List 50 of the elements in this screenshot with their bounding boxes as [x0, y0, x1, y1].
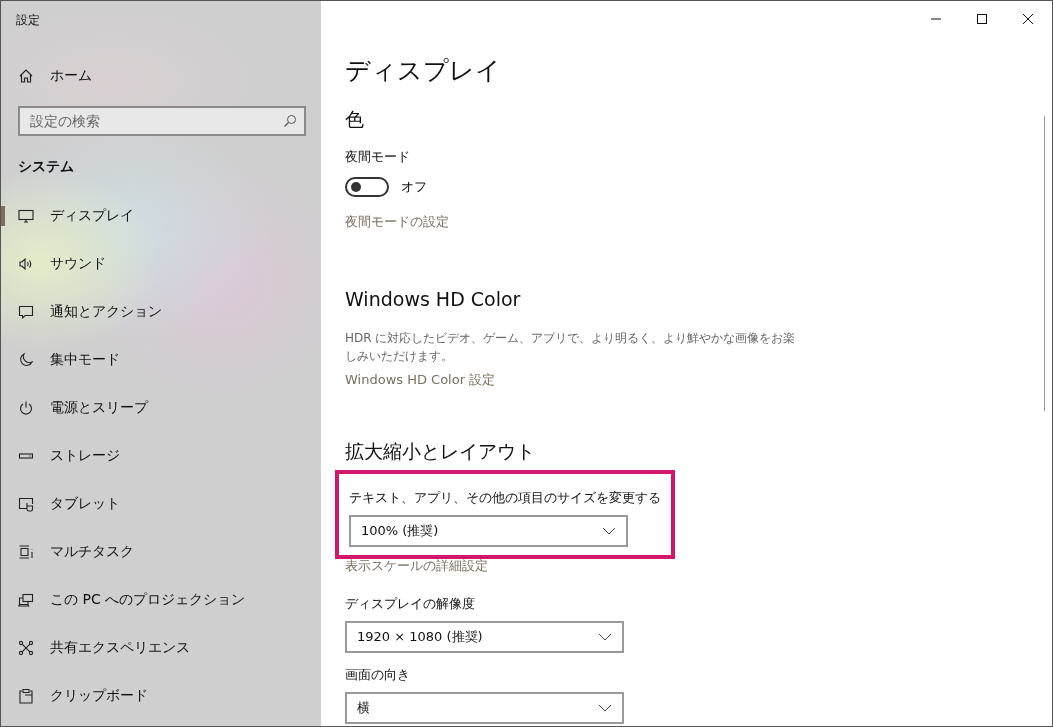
- sidebar-item[interactable]: クリップボード: [1, 672, 321, 720]
- network-icon: [18, 640, 34, 656]
- sidebar-item[interactable]: 共有エクスペリエンス: [1, 624, 321, 672]
- sidebar-item[interactable]: ディスプレイ: [1, 192, 321, 240]
- sidebar-item[interactable]: この PC へのプロジェクション: [1, 576, 321, 624]
- settings-link[interactable]: 夜間モードの設定: [345, 213, 449, 231]
- section-heading: 拡大縮小とレイアウト: [345, 439, 535, 464]
- moon-icon: [18, 352, 34, 368]
- power-icon: [18, 400, 34, 416]
- section-heading: Windows HD Color: [345, 287, 521, 312]
- dropdown[interactable]: 横: [345, 692, 624, 724]
- page-title: ディスプレイ: [345, 55, 501, 87]
- setting-label: 夜間モード: [345, 148, 410, 166]
- setting-label: テキスト、アプリ、その他の項目のサイズを変更する: [349, 489, 661, 507]
- sidebar-item[interactable]: 集中モード: [1, 336, 321, 384]
- monitor-icon: [18, 208, 34, 224]
- setting-label: ディスプレイの解像度: [345, 595, 475, 613]
- setting-label: 画面の向き: [345, 666, 410, 684]
- close-icon[interactable]: [1022, 13, 1034, 25]
- search-icon: [283, 114, 297, 128]
- speaker-icon: [18, 256, 34, 272]
- toggle-state: オフ: [401, 178, 427, 196]
- scrollbar[interactable]: [1044, 116, 1045, 411]
- maximize-icon[interactable]: [976, 13, 988, 25]
- sidebar-item[interactable]: タブレット: [1, 480, 321, 528]
- settings-link[interactable]: Windows HD Color 設定: [345, 371, 496, 389]
- sidebar-item[interactable]: 通知とアクション: [1, 288, 321, 336]
- home-icon: [18, 68, 34, 84]
- projection-icon: [18, 592, 34, 608]
- section-heading: 色: [345, 107, 364, 132]
- sidebar-item[interactable]: 電源とスリープ: [1, 384, 321, 432]
- settings-link[interactable]: 表示スケールの詳細設定: [345, 557, 488, 575]
- toggle-switch[interactable]: [345, 177, 389, 197]
- multitask-icon: [18, 544, 34, 560]
- chevron-down-icon: [598, 633, 612, 641]
- speech-bubble-icon: [18, 304, 34, 320]
- dropdown[interactable]: 100% (推奨): [349, 515, 628, 547]
- dropdown[interactable]: 1920 × 1080 (推奨): [345, 621, 624, 653]
- search-field[interactable]: 設定の検索: [18, 106, 306, 136]
- sidebar-item[interactable]: サウンド: [1, 240, 321, 288]
- section-heading: システム: [17, 157, 75, 176]
- sidebar-item[interactable]: マルチタスク: [1, 528, 321, 576]
- clipboard-icon: [18, 688, 34, 704]
- description-text: HDR に対応したビデオ、ゲーム、アプリで、より明るく、より鮮やかな画像をお楽しみいただけます。: [345, 330, 797, 365]
- chevron-down-icon: [598, 704, 612, 712]
- chevron-down-icon: [602, 527, 616, 535]
- window-title: 設定: [15, 12, 41, 29]
- tablet-icon: [18, 496, 34, 512]
- sidebar-item[interactable]: ストレージ: [1, 432, 321, 480]
- home-nav-item[interactable]: ホーム: [1, 66, 321, 86]
